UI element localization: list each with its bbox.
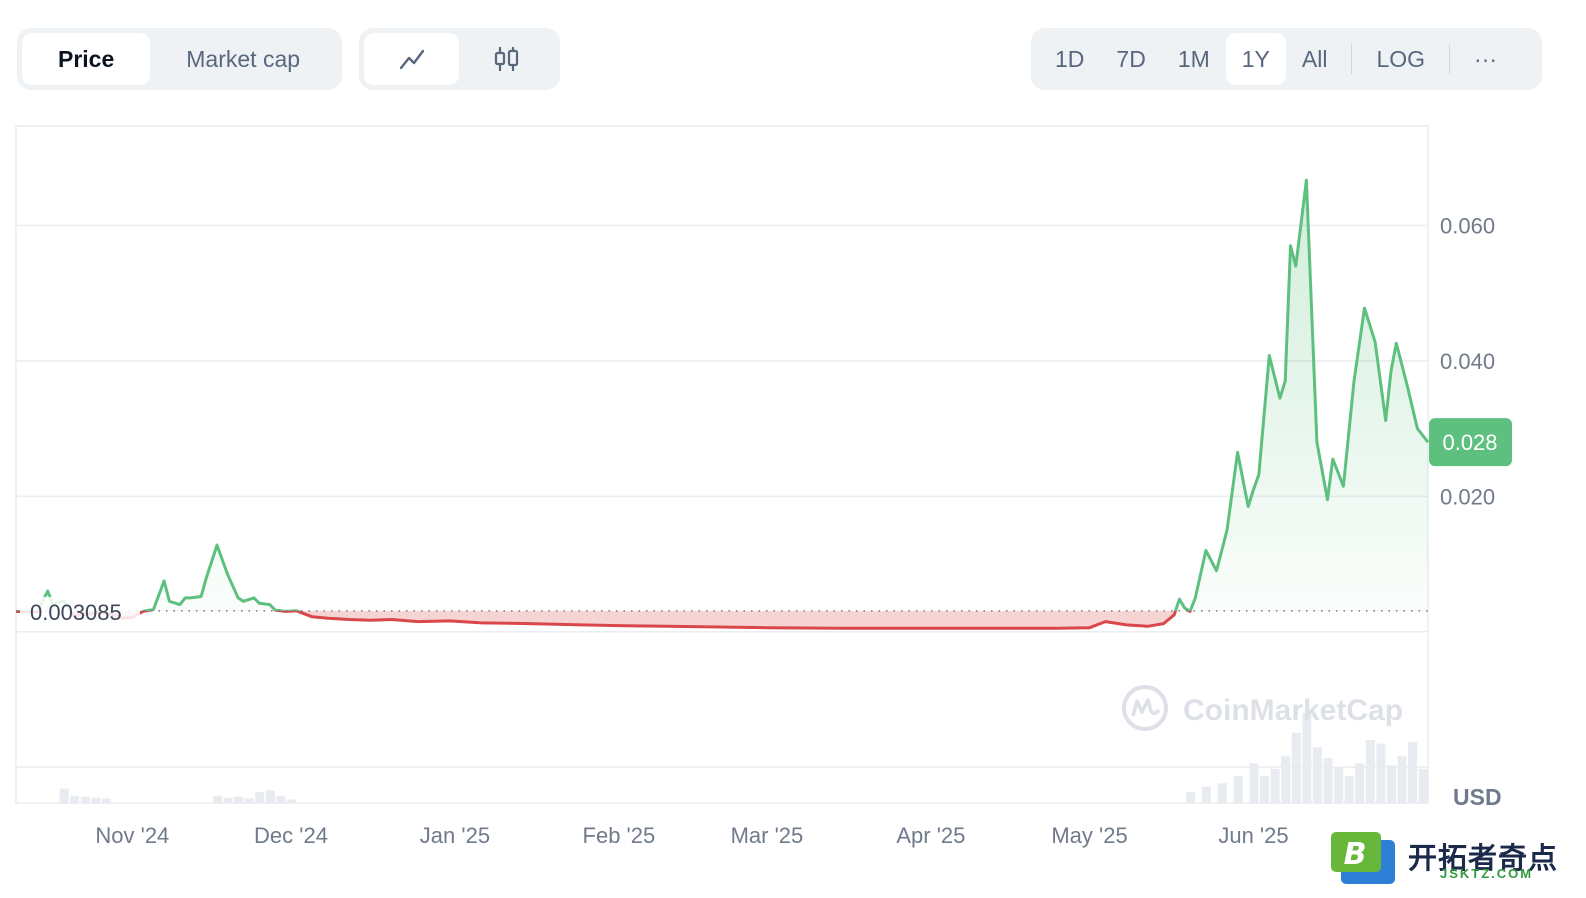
price-chart[interactable]: CoinMarketCap 0.003085 0.020 0.040 0.060 No… bbox=[0, 0, 1586, 898]
volume-bar bbox=[1408, 741, 1418, 803]
x-tick-label: Apr '25 bbox=[896, 823, 965, 848]
volume-bar bbox=[1323, 758, 1333, 803]
price-line bbox=[15, 178, 1430, 630]
volume-bar bbox=[1217, 783, 1227, 803]
coinmarketcap-watermark: CoinMarketCap bbox=[1122, 685, 1403, 731]
price-line-down bbox=[15, 610, 1192, 630]
price-area-down bbox=[16, 610, 1428, 629]
volume-bar bbox=[286, 799, 296, 803]
x-tick-label: Nov '24 bbox=[95, 823, 169, 848]
volume-bar bbox=[1270, 768, 1280, 803]
volume-bar bbox=[91, 797, 101, 803]
y-tick-label: 0.040 bbox=[1440, 349, 1495, 374]
volume-bar bbox=[1376, 743, 1386, 803]
site-logo-letter: B bbox=[1344, 837, 1367, 872]
x-tick-label: Dec '24 bbox=[254, 823, 328, 848]
volume-bar bbox=[265, 790, 275, 803]
volume-bar bbox=[244, 798, 254, 803]
volume-bar bbox=[1355, 763, 1365, 803]
volume-bar bbox=[1386, 765, 1396, 803]
volume-bar bbox=[212, 795, 222, 803]
volume-bar bbox=[1334, 767, 1344, 803]
volume-bar bbox=[1260, 776, 1270, 803]
volume-bar bbox=[1312, 747, 1322, 803]
volume-bar bbox=[70, 795, 80, 803]
volume-bar bbox=[255, 792, 265, 803]
y-tick-label: 0.060 bbox=[1440, 214, 1495, 239]
current-price-label: 0.028 bbox=[1442, 430, 1497, 455]
watermark-brand-text: CoinMarketCap bbox=[1183, 694, 1403, 727]
volume-bar bbox=[1291, 732, 1301, 803]
volume-bar bbox=[276, 795, 286, 803]
x-tick-label: Jan '25 bbox=[420, 823, 490, 848]
baseline-price-label: 0.003085 bbox=[30, 600, 122, 625]
volume-bar bbox=[223, 797, 233, 803]
x-tick-label: Jun '25 bbox=[1218, 823, 1288, 848]
volume-bar bbox=[1233, 776, 1243, 803]
price-area-up bbox=[37, 180, 1428, 611]
volume-bar bbox=[1397, 756, 1407, 803]
volume-bar bbox=[59, 788, 69, 803]
volume-bar bbox=[1365, 740, 1375, 803]
volume-bar bbox=[101, 798, 111, 803]
x-tick-label: Mar '25 bbox=[731, 823, 804, 848]
x-tick-label: May '25 bbox=[1051, 823, 1127, 848]
volume-bar bbox=[234, 796, 244, 803]
volume-bar bbox=[80, 796, 90, 803]
volume-bar bbox=[1418, 768, 1428, 803]
y-tick-label: 0.020 bbox=[1440, 484, 1495, 509]
volume-bar bbox=[1281, 756, 1291, 803]
x-tick-label: Feb '25 bbox=[583, 823, 656, 848]
volume-bar bbox=[1344, 776, 1354, 803]
volume-bar bbox=[1249, 763, 1259, 803]
price-line-up bbox=[16, 178, 1430, 611]
price-area bbox=[16, 180, 1428, 629]
volume-bar bbox=[1186, 792, 1196, 803]
site-logo-icon: B bbox=[1331, 832, 1395, 884]
volume-bar bbox=[1201, 786, 1211, 803]
site-watermark-url: JSKTZ.COM bbox=[1440, 866, 1534, 881]
currency-label: USD bbox=[1453, 784, 1502, 810]
